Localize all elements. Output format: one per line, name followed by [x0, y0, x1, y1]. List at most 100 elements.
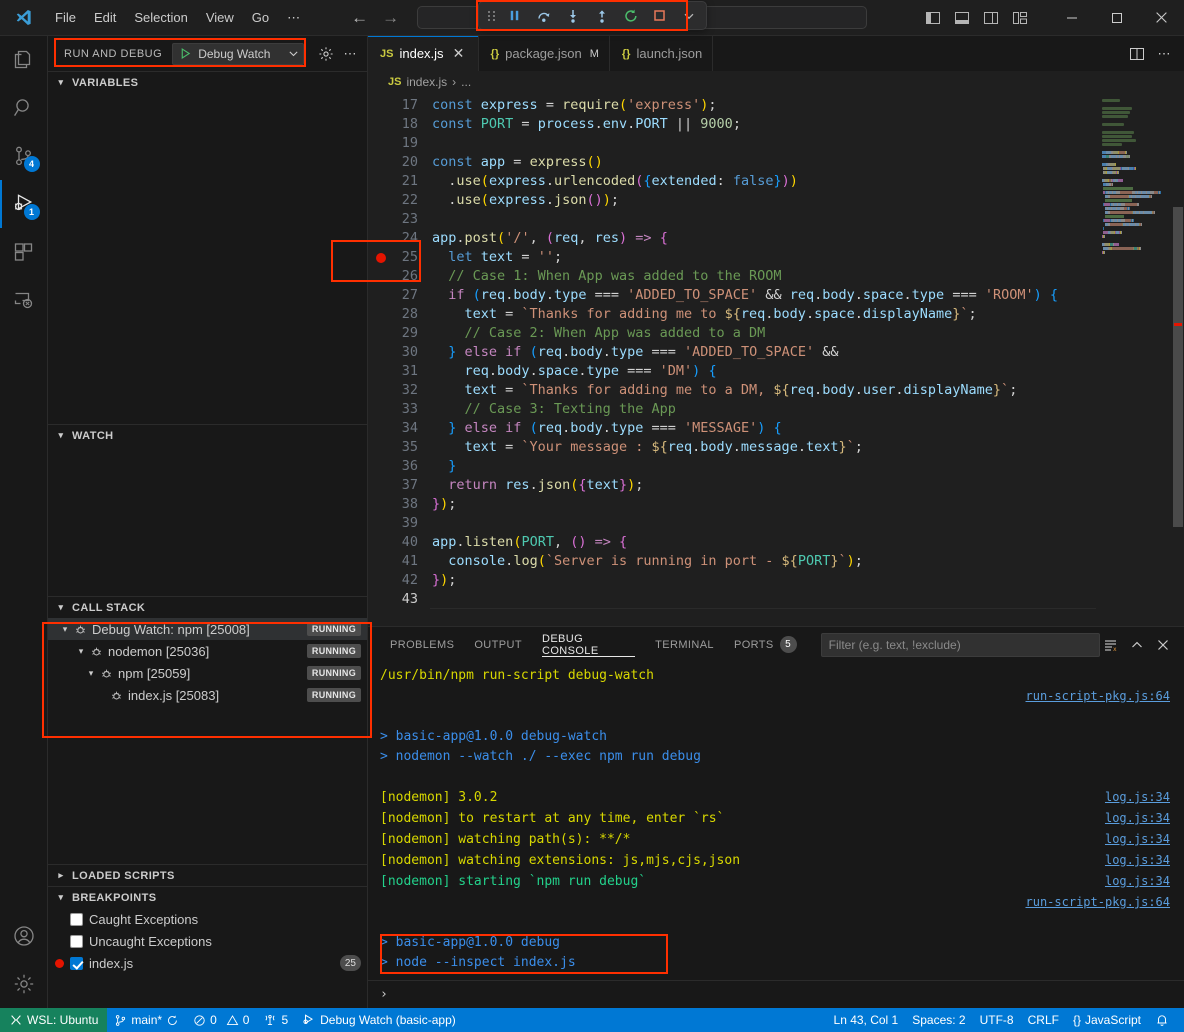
line-number[interactable]: 21: [368, 172, 430, 191]
start-debug-icon[interactable]: [179, 47, 192, 60]
breakpoint-checkbox[interactable]: [70, 935, 83, 948]
customize-layout-icon[interactable]: [1009, 7, 1031, 29]
console-source-link[interactable]: run-script-pkg.js:64: [1026, 686, 1171, 706]
tab-output[interactable]: OUTPUT: [464, 627, 532, 662]
line-number[interactable]: 31: [368, 362, 430, 381]
toggle-panel-icon[interactable]: [951, 7, 973, 29]
console-row[interactable]: run-script-pkg.js:64: [368, 686, 1184, 707]
code-line[interactable]: const PORT = process.env.PORT || 9000;: [430, 115, 1096, 134]
console-row[interactable]: /usr/bin/npm run-script debug-watch: [368, 666, 1184, 686]
clear-console-icon[interactable]: x: [1100, 634, 1122, 656]
toggle-secondary-sidebar-icon[interactable]: [980, 7, 1002, 29]
status-problems[interactable]: 0 0: [186, 1008, 256, 1032]
line-number[interactable]: 20: [368, 153, 430, 172]
call-stack-row[interactable]: ▾ nodemon [25036] RUNNING: [48, 640, 367, 662]
code-line[interactable]: // Case 3: Texting the App: [430, 400, 1096, 419]
line-number[interactable]: 32: [368, 381, 430, 400]
console-row[interactable]: > node --inspect index.js: [368, 953, 1184, 973]
line-number[interactable]: 18: [368, 115, 430, 134]
code-line[interactable]: if (req.body.type === 'ADDED_TO_SPACE' &…: [430, 286, 1096, 305]
code-line[interactable]: .use(express.json());: [430, 191, 1096, 210]
open-launch-settings-gear-icon[interactable]: [315, 43, 337, 65]
editor-more-actions-icon[interactable]: ⋯: [1152, 42, 1176, 66]
line-number[interactable]: 25: [368, 248, 430, 267]
code-line[interactable]: // Case 2: When App was added to a DM: [430, 324, 1096, 343]
tab-terminal[interactable]: TERMINAL: [645, 627, 724, 662]
activity-explorer[interactable]: [0, 36, 48, 84]
watch-pane-header[interactable]: ▾ WATCH: [48, 424, 367, 446]
activity-extensions[interactable]: [0, 228, 48, 276]
console-source-link[interactable]: log.js:34: [1105, 787, 1170, 807]
line-number[interactable]: 30: [368, 343, 430, 362]
code-line[interactable]: const app = express(): [430, 153, 1096, 172]
call-stack-row[interactable]: index.js [25083] RUNNING: [48, 684, 367, 706]
tab-problems[interactable]: PROBLEMS: [380, 627, 464, 662]
menu-view[interactable]: View: [197, 7, 243, 28]
line-number[interactable]: 43: [368, 590, 430, 609]
activity-accounts[interactable]: [0, 912, 48, 960]
code-line[interactable]: [430, 210, 1096, 229]
code-line[interactable]: let text = '';: [430, 248, 1096, 267]
console-row[interactable]: [368, 767, 1184, 787]
activity-remote-explorer[interactable]: [0, 276, 48, 324]
tab-launch-json[interactable]: {} launch.json: [610, 36, 713, 71]
minimize-button[interactable]: [1049, 0, 1094, 35]
chevron-down-icon[interactable]: ▾: [84, 668, 98, 679]
code-line[interactable]: req.body.space.type === 'DM') {: [430, 362, 1096, 381]
line-number-gutter[interactable]: 1718192021222324252627282930313233343536…: [368, 93, 430, 626]
console-source-link[interactable]: run-script-pkg.js:64: [1026, 892, 1171, 912]
console-row[interactable]: [nodemon] to restart at any time, enter …: [368, 808, 1184, 829]
debug-console-output[interactable]: /usr/bin/npm run-script debug-watch run-…: [368, 662, 1184, 980]
status-encoding[interactable]: UTF-8: [973, 1008, 1021, 1032]
chevron-down-icon[interactable]: ▾: [74, 646, 88, 657]
breakpoint-checkbox[interactable]: [70, 957, 83, 970]
line-number[interactable]: 33: [368, 400, 430, 419]
console-row[interactable]: [nodemon] starting `npm run debug`log.js…: [368, 871, 1184, 892]
source-code[interactable]: const express = require('express');const…: [430, 93, 1096, 626]
code-line[interactable]: [430, 134, 1096, 153]
debug-step-into-button[interactable]: [559, 4, 586, 27]
status-remote-host[interactable]: WSL: Ubuntu: [0, 1008, 107, 1032]
console-row[interactable]: > basic-app@1.0.0 debug-watch: [368, 727, 1184, 747]
debug-step-out-button[interactable]: [588, 4, 615, 27]
call-stack-row[interactable]: ▾ Debug Watch: npm [25008] RUNNING: [48, 618, 367, 640]
code-line[interactable]: app.listen(PORT, () => {: [430, 533, 1096, 552]
line-number[interactable]: 41: [368, 552, 430, 571]
editor-scrollbar[interactable]: [1172, 93, 1184, 626]
sidebar-more-actions-icon[interactable]: ⋯: [339, 43, 361, 65]
status-indentation[interactable]: Spaces: 2: [905, 1008, 972, 1032]
console-row[interactable]: > nodemon --watch ./ --exec npm run debu…: [368, 747, 1184, 767]
line-number[interactable]: 39: [368, 514, 430, 533]
line-number[interactable]: 35: [368, 438, 430, 457]
line-number[interactable]: 23: [368, 210, 430, 229]
console-row[interactable]: [nodemon] 3.0.2log.js:34: [368, 787, 1184, 808]
line-number[interactable]: 42: [368, 571, 430, 590]
menu-file[interactable]: File: [46, 7, 85, 28]
status-debug-session[interactable]: Debug Watch (basic-app): [295, 1008, 463, 1032]
breadcrumb-rest[interactable]: ...: [461, 75, 471, 89]
activity-manage-settings[interactable]: [0, 960, 48, 1008]
variables-pane-header[interactable]: ▾ VARIABLES: [48, 71, 367, 93]
tab-index-js[interactable]: JS index.js ✕: [368, 36, 479, 71]
line-number[interactable]: 29: [368, 324, 430, 343]
breakpoint-marker-icon[interactable]: [376, 253, 386, 263]
loaded-scripts-pane-header[interactable]: ▸ LOADED SCRIPTS: [48, 864, 367, 886]
go-back-icon[interactable]: ←: [351, 9, 368, 26]
status-cursor-position[interactable]: Ln 43, Col 1: [827, 1008, 906, 1032]
code-line[interactable]: }: [430, 457, 1096, 476]
line-number[interactable]: 36: [368, 457, 430, 476]
maximize-panel-icon[interactable]: [1126, 634, 1148, 656]
chevron-down-icon[interactable]: ▾: [58, 624, 72, 635]
breakpoint-row-uncaught-exceptions[interactable]: Uncaught Exceptions: [48, 930, 367, 952]
line-number[interactable]: 26: [368, 267, 430, 286]
status-notifications-bell-icon[interactable]: [1148, 1008, 1176, 1032]
status-git-branch[interactable]: main*: [107, 1008, 186, 1032]
debug-toolbar-drag-handle[interactable]: [483, 4, 499, 27]
line-number[interactable]: 38: [368, 495, 430, 514]
tab-package-json[interactable]: {} package.json M: [479, 36, 610, 71]
line-number[interactable]: 37: [368, 476, 430, 495]
minimap[interactable]: [1096, 93, 1184, 626]
console-row[interactable]: [368, 707, 1184, 727]
code-line[interactable]: text = `Thanks for adding me to a DM, ${…: [430, 381, 1096, 400]
code-line[interactable]: } else if (req.body.type === 'MESSAGE') …: [430, 419, 1096, 438]
